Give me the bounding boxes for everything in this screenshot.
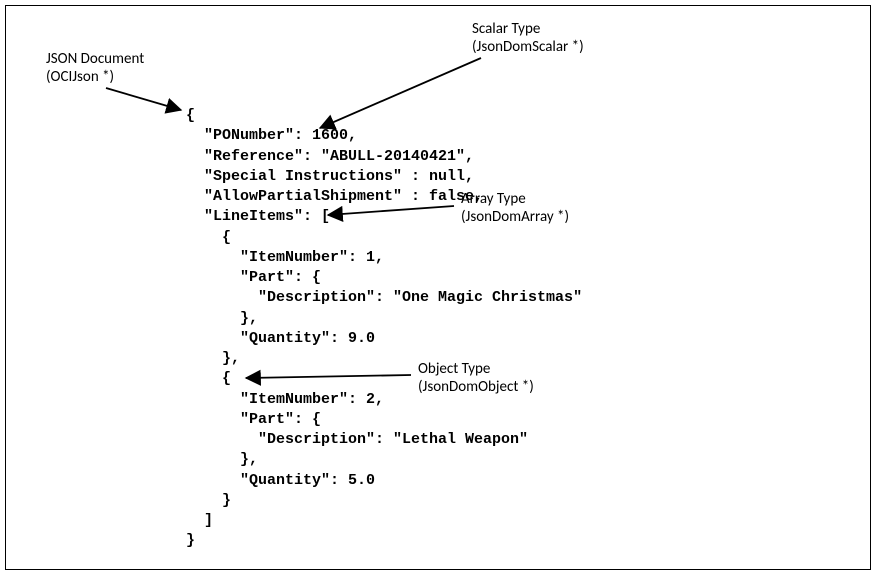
- label-json-document: JSON Document (OCIJson *): [46, 50, 144, 86]
- label-scalar-type: Scalar Type (JsonDomScalar *): [472, 20, 584, 56]
- json-code-block: { "PONumber": 1600, "Reference": "ABULL-…: [186, 106, 582, 552]
- diagram-frame: JSON Document (OCIJson *) Scalar Type (J…: [5, 5, 871, 570]
- arrow-json-document: [106, 88, 181, 110]
